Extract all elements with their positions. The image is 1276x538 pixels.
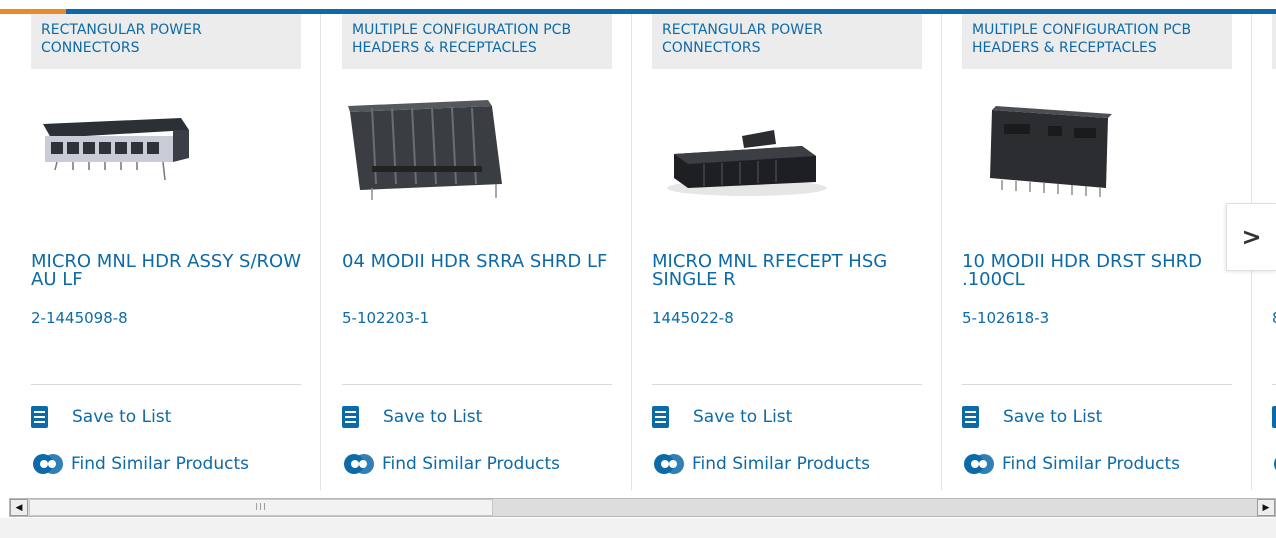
save-label: Save to List (693, 407, 793, 427)
category-label[interactable] (1272, 14, 1276, 69)
footer-area (0, 518, 1276, 538)
product-card: RECTANGULAR POWER CONNECTORS MICRO MNL R… (621, 14, 942, 490)
product-image[interactable] (652, 84, 922, 224)
find-similar-button[interactable]: Find Similar Products (652, 452, 870, 476)
top-accent-bar (0, 0, 1276, 14)
similar-products-icon (654, 454, 684, 474)
scroll-right-arrow-icon[interactable]: ▶ (1257, 499, 1275, 516)
save-to-list-button[interactable]: Save to List (31, 406, 171, 428)
list-icon (31, 406, 48, 428)
category-label[interactable]: RECTANGULAR POWER CONNECTORS (652, 14, 922, 69)
save-label: Save to List (72, 407, 172, 427)
divider (342, 384, 612, 385)
part-number[interactable]: 5-102618-3 (962, 309, 1049, 327)
list-icon (652, 406, 669, 428)
find-similar-button[interactable]: Find Similar Products (962, 452, 1180, 476)
part-number[interactable]: 2-1445098-8 (31, 309, 128, 327)
part-number[interactable]: 8 (1272, 309, 1276, 327)
find-label: Find Similar Products (1002, 454, 1180, 474)
similar-products-icon (1274, 458, 1276, 470)
part-number[interactable]: 5-102203-1 (342, 309, 429, 327)
find-similar-button[interactable] (1272, 452, 1276, 476)
save-label: Save to List (383, 407, 483, 427)
product-carousel: RECTANGULAR POWER CONNECTORS MICRO MNL H… (0, 14, 1276, 490)
category-label[interactable]: RECTANGULAR POWER CONNECTORS (31, 14, 301, 69)
horizontal-scrollbar[interactable]: ◀ III ▶ (9, 498, 1276, 517)
product-card: RECTANGULAR POWER CONNECTORS MICRO MNL H… (0, 14, 321, 490)
save-to-list-button[interactable]: Save to List (962, 406, 1102, 428)
divider (962, 384, 1232, 385)
find-label: Find Similar Products (382, 454, 560, 474)
category-label[interactable]: MULTIPLE CONFIGURATION PCB HEADERS & REC… (962, 14, 1232, 69)
divider (31, 384, 301, 385)
scrollbar-thumb[interactable]: III (29, 499, 493, 516)
part-number[interactable]: 1445022-8 (652, 309, 734, 327)
save-to-list-button[interactable]: Save to List (652, 406, 792, 428)
carousel-next-button[interactable]: > (1226, 203, 1276, 271)
scroll-left-arrow-icon[interactable]: ◀ (10, 499, 28, 516)
list-icon (342, 406, 359, 428)
product-card: MULTIPLE CONFIGURATION PCB HEADERS & REC… (931, 14, 1252, 490)
product-title[interactable]: 10 MODII HDR DRST SHRD .100CL (962, 253, 1252, 289)
similar-products-icon (33, 454, 63, 474)
product-title[interactable]: 04 MODII HDR SRRA SHRD LF (342, 253, 632, 271)
divider (652, 384, 922, 385)
product-image[interactable] (962, 84, 1232, 224)
divider (1272, 384, 1276, 385)
find-label: Find Similar Products (71, 454, 249, 474)
save-label: Save to List (1003, 407, 1103, 427)
product-title[interactable]: MICRO MNL HDR ASSY S/ROW AU LF (31, 253, 321, 289)
find-label: Find Similar Products (692, 454, 870, 474)
similar-products-icon (344, 454, 374, 474)
category-label[interactable]: MULTIPLE CONFIGURATION PCB HEADERS & REC… (342, 14, 612, 69)
chevron-right-icon: > (1241, 223, 1262, 251)
list-icon (962, 406, 979, 428)
product-image[interactable] (342, 84, 612, 224)
product-card: MULTIPLE CONFIGURATION PCB HEADERS & REC… (311, 14, 632, 490)
save-to-list-button[interactable]: Save to List (342, 406, 482, 428)
find-similar-button[interactable]: Find Similar Products (31, 452, 249, 476)
product-title[interactable]: MICRO MNL RFECEPT HSG SINGLE R (652, 253, 942, 289)
save-to-list-button[interactable] (1272, 406, 1276, 428)
find-similar-button[interactable]: Find Similar Products (342, 452, 560, 476)
similar-products-icon (964, 454, 994, 474)
list-icon (1272, 406, 1276, 428)
product-image[interactable] (31, 84, 301, 224)
